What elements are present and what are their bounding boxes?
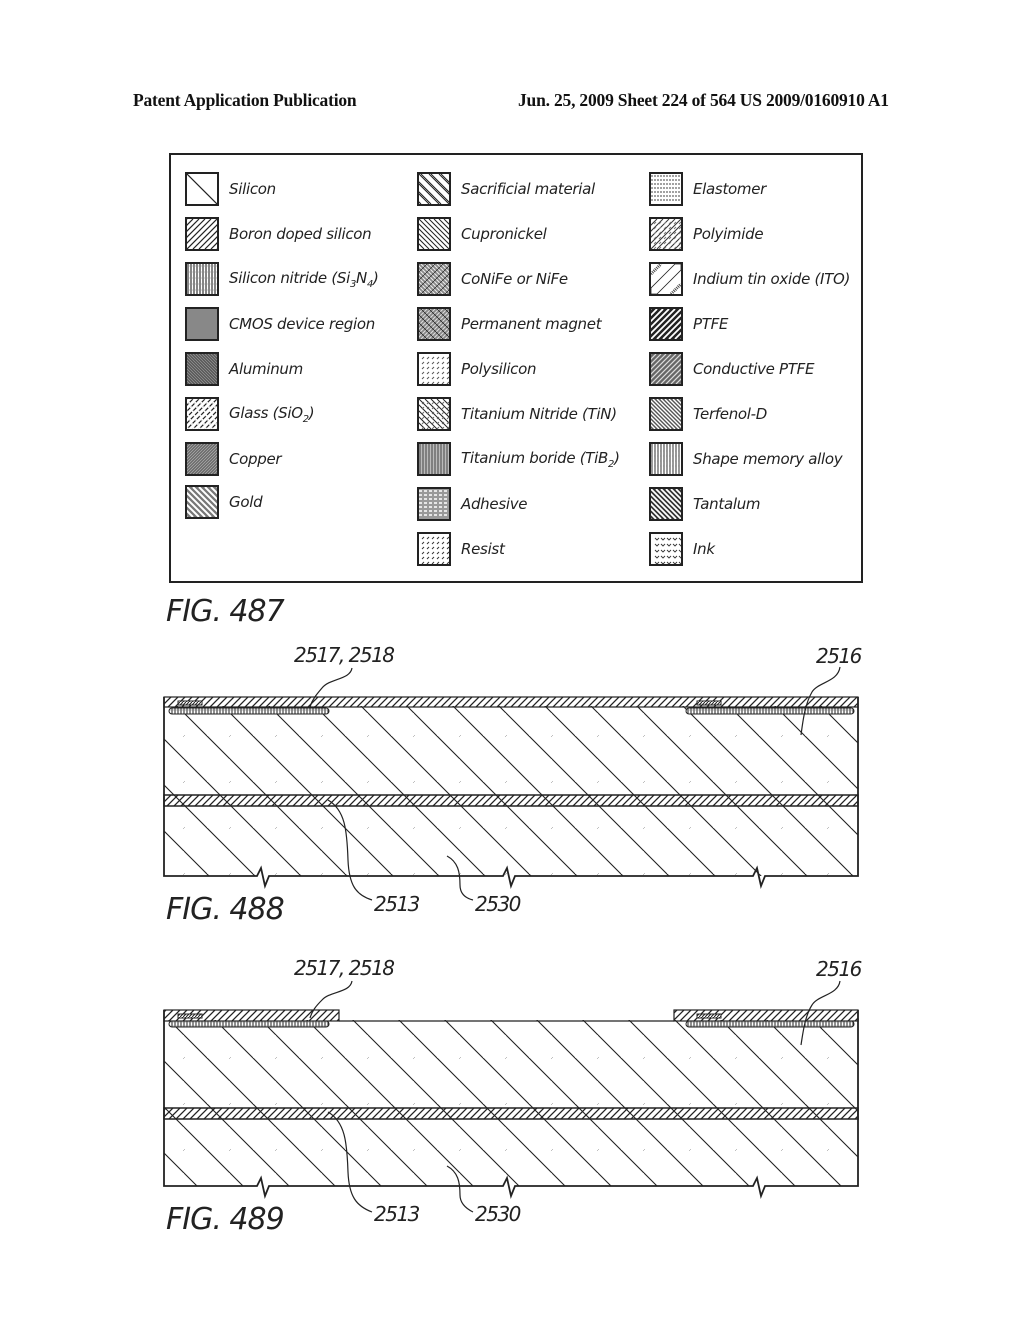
nitride-strip-left <box>168 707 330 715</box>
contact-pad-left <box>177 700 203 706</box>
boron-doped-layer-middle <box>163 1107 859 1120</box>
contact-pad-left <box>177 1013 203 1019</box>
boron-doped-layer-top <box>163 696 859 708</box>
silicon-substrate <box>164 1020 858 1186</box>
boron-doped-layer-middle <box>163 794 859 807</box>
cross-section-drawings <box>163 666 859 1213</box>
figure-488-drawing <box>163 666 859 901</box>
nitride-strip-right <box>685 1020 855 1028</box>
silicon-substrate <box>164 706 858 876</box>
figure-489-drawing <box>163 980 859 1213</box>
nitride-strip-right <box>685 707 855 715</box>
contact-pad-right <box>696 1013 722 1019</box>
contact-pad-right <box>696 700 722 706</box>
nitride-strip-left <box>168 1020 330 1028</box>
